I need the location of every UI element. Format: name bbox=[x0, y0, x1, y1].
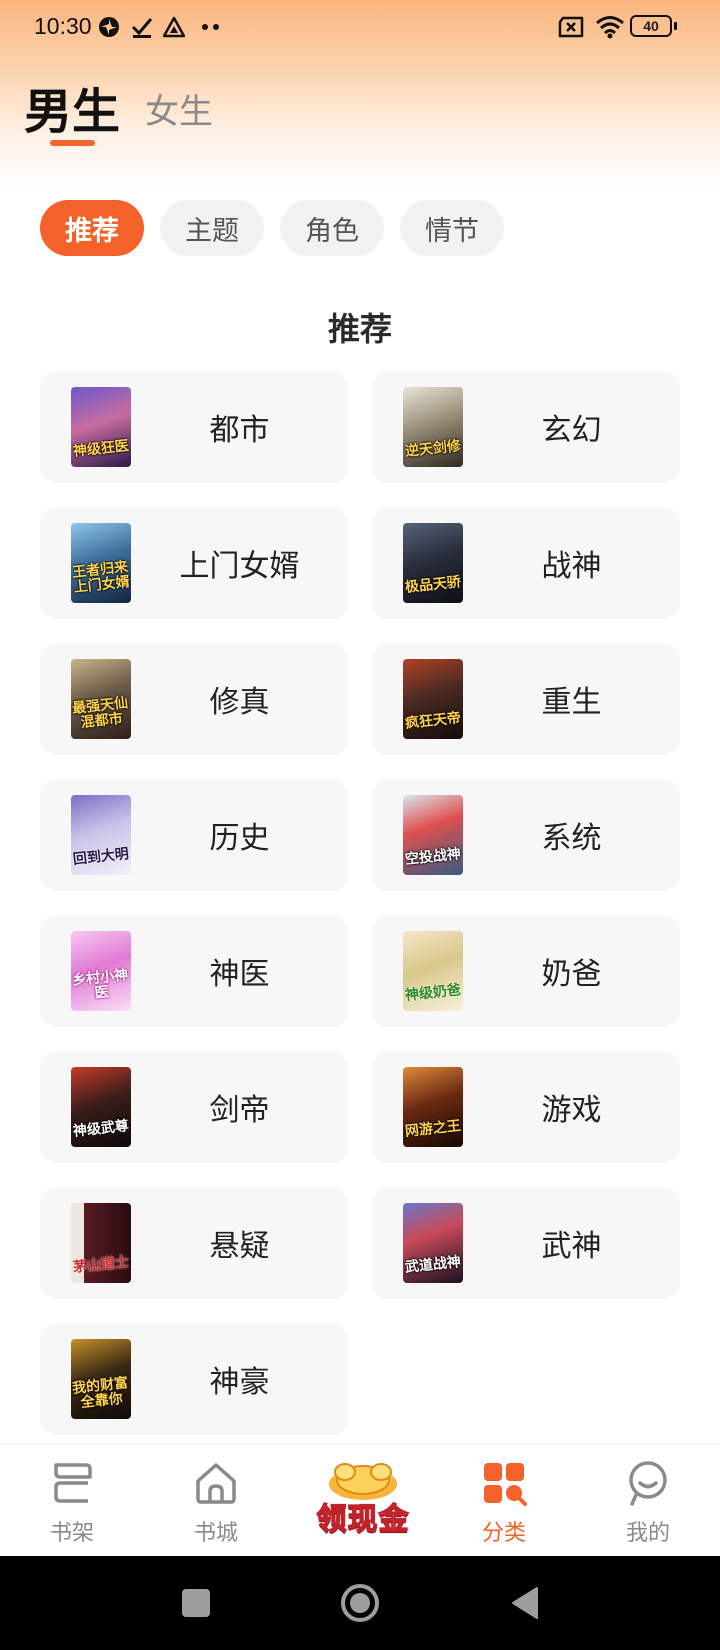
book-cover-image: 我的财富全靠你 bbox=[71, 1339, 131, 1419]
category-card-chongsheng[interactable]: 疯狂天帝 重生 bbox=[372, 643, 680, 755]
book-cover-image: 空投战神 bbox=[403, 795, 463, 875]
nav-profile[interactable]: 我的 bbox=[576, 1445, 720, 1557]
cover-title: 茅山道士 bbox=[72, 1254, 130, 1276]
book-cover-image: 极品天骄 bbox=[403, 523, 463, 603]
cover-title: 乡村小神医 bbox=[71, 967, 129, 1002]
category-card-lishi[interactable]: 回到大明 历史 bbox=[40, 779, 348, 891]
category-label: 奶爸 bbox=[541, 957, 602, 992]
cover-title: 王者归来上门女婿 bbox=[71, 559, 131, 596]
category-card-xuanyi[interactable]: 茅山道士 悬疑 bbox=[40, 1187, 348, 1299]
cover-title: 神级狂医 bbox=[72, 438, 130, 460]
cover-title: 神级奶爸 bbox=[404, 982, 462, 1004]
cover-title: 空投战神 bbox=[404, 846, 462, 868]
category-label: 神医 bbox=[209, 957, 270, 992]
cover-title: 回到大明 bbox=[72, 846, 130, 868]
category-card-wushen[interactable]: 武道战神 武神 bbox=[372, 1187, 680, 1299]
book-cover-image: 武道战神 bbox=[403, 1203, 463, 1283]
sim-x-icon bbox=[556, 14, 586, 40]
recents-square-icon[interactable] bbox=[166, 1556, 226, 1650]
book-cover-image: 茅山道士 bbox=[71, 1203, 131, 1283]
category-label: 修真 bbox=[209, 685, 270, 720]
category-label: 都市 bbox=[209, 413, 270, 448]
book-cover-image: 神级狂医 bbox=[71, 387, 131, 467]
section-title: 推荐 bbox=[327, 310, 392, 348]
category-card-xitong[interactable]: 空投战神 系统 bbox=[372, 779, 680, 891]
nav-label: 书城 bbox=[193, 1521, 238, 1546]
tab-male[interactable]: 男生 bbox=[24, 72, 120, 142]
category-card-jiandi[interactable]: 神级武尊 剑帝 bbox=[40, 1051, 348, 1163]
category-card-shenhao[interactable]: 我的财富全靠你 神豪 bbox=[40, 1323, 348, 1435]
nav-label: 我的 bbox=[625, 1521, 670, 1546]
chip-theme[interactable]: 主题 bbox=[160, 200, 264, 256]
nav-bookshelf[interactable]: 书架 bbox=[0, 1445, 144, 1557]
cover-title: 神级武尊 bbox=[72, 1118, 130, 1140]
bookshelf-icon bbox=[54, 1463, 92, 1503]
status-time: 10:30 bbox=[34, 13, 92, 39]
book-cover-image: 神级武尊 bbox=[71, 1067, 131, 1147]
check-download-icon bbox=[130, 14, 154, 40]
category-label: 历史 bbox=[209, 821, 270, 856]
category-label: 武神 bbox=[541, 1229, 602, 1264]
category-label: 剑帝 bbox=[209, 1093, 270, 1128]
home-circle-icon[interactable] bbox=[330, 1556, 390, 1650]
triangle-app-icon bbox=[162, 14, 186, 40]
category-card-shangmennvxu[interactable]: 王者归来上门女婿 上门女婿 bbox=[40, 507, 348, 619]
book-cover-image: 王者归来上门女婿 bbox=[71, 523, 131, 603]
book-cover-image: 神级奶爸 bbox=[403, 931, 463, 1011]
book-cover-image: 逆天剑修 bbox=[403, 387, 463, 467]
nav-label: 分类 bbox=[481, 1521, 526, 1546]
category-label: 神豪 bbox=[209, 1365, 270, 1400]
category-grid-icon bbox=[484, 1463, 527, 1506]
category-card-shenyi[interactable]: 乡村小神医 神医 bbox=[40, 915, 348, 1027]
category-card-youxi[interactable]: 网游之王 游戏 bbox=[372, 1051, 680, 1163]
chip-recommend[interactable]: 推荐 bbox=[40, 200, 144, 256]
category-label: 游戏 bbox=[541, 1093, 602, 1128]
nav-label: 书架 bbox=[49, 1521, 94, 1546]
cover-title: 最强天仙混都市 bbox=[71, 695, 129, 732]
book-cover-image: 网游之王 bbox=[403, 1067, 463, 1147]
nav-bookstore[interactable]: 书城 bbox=[144, 1445, 288, 1557]
wifi-icon bbox=[594, 14, 626, 40]
category-label: 战神 bbox=[541, 549, 602, 584]
category-label: 系统 bbox=[541, 821, 602, 856]
category-label: 玄幻 bbox=[541, 413, 602, 448]
more-dots-icon bbox=[200, 14, 222, 40]
tab-female[interactable]: 女生 bbox=[145, 84, 213, 133]
battery-icon: 40 bbox=[630, 15, 677, 37]
cover-title: 我的财富全靠你 bbox=[71, 1375, 129, 1412]
cover-title: 逆天剑修 bbox=[404, 438, 462, 460]
cover-title: 网游之王 bbox=[404, 1118, 462, 1140]
book-cover-image: 乡村小神医 bbox=[71, 931, 131, 1011]
status-bar: 10:30 40 bbox=[0, 0, 720, 56]
book-cover-image: 回到大明 bbox=[71, 795, 131, 875]
category-card-naiba[interactable]: 神级奶爸 奶爸 bbox=[372, 915, 680, 1027]
active-tab-indicator bbox=[50, 140, 95, 146]
category-card-zhanshen[interactable]: 极品天骄 战神 bbox=[372, 507, 680, 619]
back-triangle-icon[interactable] bbox=[494, 1556, 554, 1650]
category-label: 重生 bbox=[541, 685, 602, 720]
cover-title: 疯狂天帝 bbox=[404, 710, 462, 732]
pinwheel-icon bbox=[96, 14, 122, 40]
chip-plot[interactable]: 情节 bbox=[400, 200, 504, 256]
book-cover-image: 最强天仙混都市 bbox=[71, 659, 131, 739]
cover-title: 极品天骄 bbox=[404, 574, 462, 596]
category-card-xuanhuan[interactable]: 逆天剑修 玄幻 bbox=[372, 371, 680, 483]
category-label: 上门女婿 bbox=[179, 549, 300, 584]
category-card-dushi[interactable]: 神级狂医 都市 bbox=[40, 371, 348, 483]
profile-icon bbox=[629, 1461, 667, 1506]
home-icon bbox=[196, 1463, 236, 1504]
cover-title: 武道战神 bbox=[404, 1254, 462, 1276]
book-cover-image: 疯狂天帝 bbox=[403, 659, 463, 739]
nav-category[interactable]: 分类 bbox=[432, 1445, 576, 1557]
cash-reward-button[interactable]: 领现金 bbox=[303, 1458, 423, 1540]
chip-role[interactable]: 角色 bbox=[280, 200, 384, 256]
promo-label: 领现金 bbox=[316, 1501, 410, 1537]
category-card-xiuzhen[interactable]: 最强天仙混都市 修真 bbox=[40, 643, 348, 755]
system-navigation-bar bbox=[0, 1556, 720, 1650]
category-label: 悬疑 bbox=[209, 1229, 270, 1264]
